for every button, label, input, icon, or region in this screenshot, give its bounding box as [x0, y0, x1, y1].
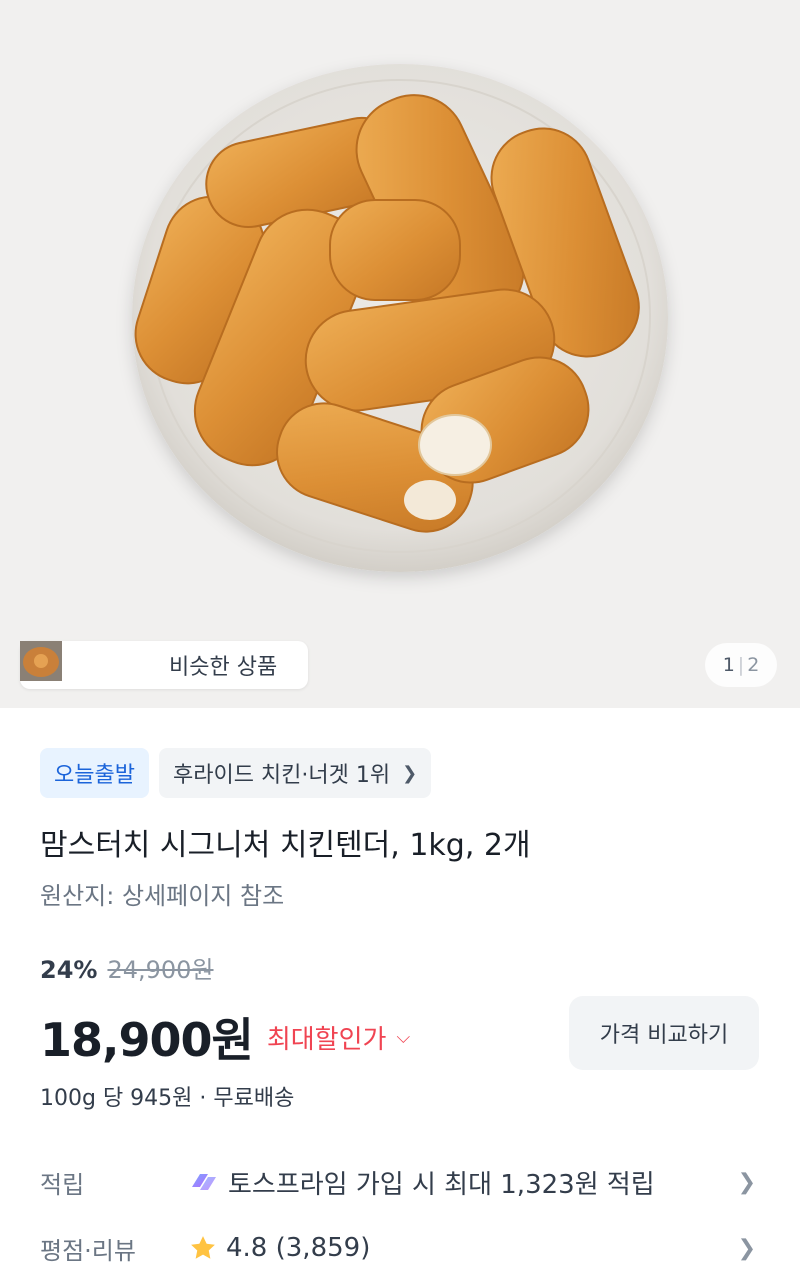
max-discount-label: 최대할인가 [266, 1024, 387, 1055]
product-image-carousel[interactable]: 비슷한 상품 1 | 2 [0, 0, 800, 708]
product-origin: 원산지: 상세페이지 참조 [40, 882, 285, 910]
max-discount-toggle[interactable]: 최대할인가 ⌵ [267, 1019, 410, 1056]
similar-thumbnail [20, 641, 113, 685]
unit-price-shipping: 100g 당 945원 · 무료배송 [40, 1086, 295, 1111]
product-title: 맘스터치 시그니처 치킨텐더, 1kg, 2개 [40, 828, 531, 863]
star-icon [191, 1236, 215, 1259]
rating-review-label: 평점·리뷰 [40, 1236, 136, 1264]
chevron-right-icon: ❯ [402, 762, 418, 784]
delivery-badge: 오늘출발 [40, 748, 149, 798]
ranking-badge-label: 후라이드 치킨·너겟 1위 [172, 763, 391, 788]
rating-value-wrap: 4.8 (3,859) [188, 1233, 738, 1263]
chevron-down-icon: ⌵ [396, 1026, 411, 1048]
price-row: 18,900원 최대할인가 ⌵ [40, 1004, 410, 1070]
points-label: 적립 [40, 1170, 85, 1199]
points-value: 토스프라임 가입 시 최대 1,323원 적립 [228, 1169, 655, 1200]
similar-products-label: 비슷한 상품 [169, 655, 278, 680]
image-page-indicator: 1 | 2 [705, 643, 777, 687]
toss-prime-icon [192, 1174, 216, 1190]
original-price: 24,900원 [107, 956, 214, 984]
rating-review-row[interactable]: 평점·리뷰 4.8 (3,859) ❯ [40, 1220, 760, 1264]
ranking-badge[interactable]: 후라이드 치킨·너겟 1위 ❯ [158, 748, 432, 798]
sale-price: 18,900원 [40, 1013, 254, 1067]
discount-rate: 24% [40, 956, 98, 984]
points-value-wrap: 토스프라임 가입 시 최대 1,323원 적립 [188, 1164, 738, 1201]
page-current: 1 [722, 654, 735, 676]
product-photo [132, 64, 668, 572]
similar-thumbnail [20, 641, 158, 685]
page-total: 2 [747, 654, 760, 676]
page-separator: | [737, 654, 745, 676]
discount-row: 24% 24,900원 [40, 950, 214, 985]
chevron-right-icon: ❯ [737, 1235, 756, 1261]
compare-price-button[interactable]: 가격 비교하기 [569, 996, 759, 1070]
similar-products-button[interactable]: 비슷한 상품 [20, 641, 308, 689]
rating-value: 4.8 (3,859) [226, 1233, 371, 1263]
badge-row: 오늘출발 후라이드 치킨·너겟 1위 ❯ [40, 748, 432, 798]
delivery-badge-label: 오늘출발 [54, 763, 135, 788]
chevron-right-icon: ❯ [737, 1169, 756, 1195]
points-row[interactable]: 적립 토스프라임 가입 시 최대 1,323원 적립 ❯ [40, 1154, 760, 1210]
